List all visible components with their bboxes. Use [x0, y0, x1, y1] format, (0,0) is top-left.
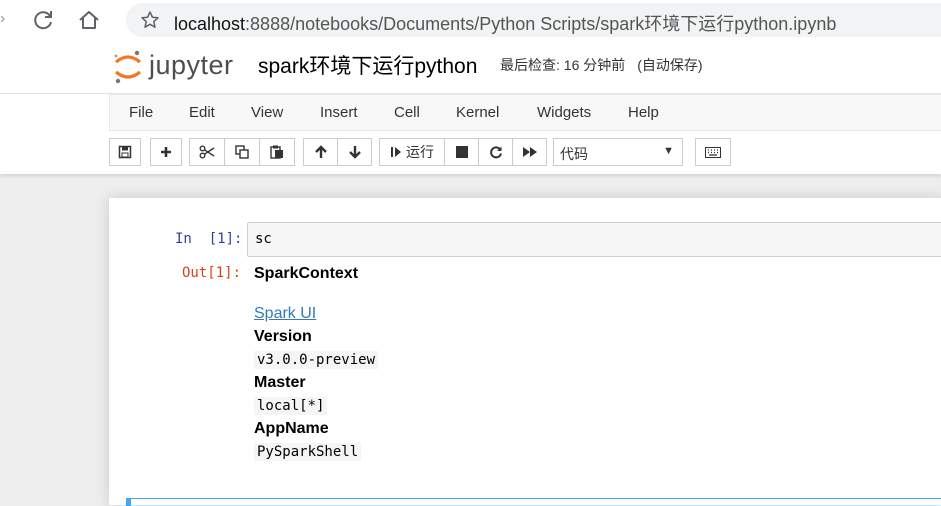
master-value: local[*]	[254, 397, 328, 415]
caret-down-icon: ▼	[663, 145, 674, 157]
run-label: 运行	[406, 144, 434, 160]
output-prompt: Out[1]:	[182, 265, 242, 281]
next-cell-selected[interactable]	[126, 498, 941, 506]
jupyter-logo-icon	[114, 50, 142, 84]
version-value-wrap: v3.0.0-preview	[254, 351, 379, 369]
appname-label: AppName	[254, 420, 329, 437]
toolbar: 运行 代码 ▼	[109, 138, 941, 168]
menu-view[interactable]: View	[251, 104, 283, 121]
bookmark-star-icon[interactable]	[140, 10, 160, 30]
cut-icon	[199, 145, 215, 159]
master-label: Master	[254, 374, 306, 391]
version-label: Version	[254, 328, 312, 345]
menu-insert[interactable]: Insert	[320, 104, 358, 121]
master-value-wrap: local[*]	[254, 397, 328, 415]
address-bar[interactable]: localhost:8888/notebooks/Documents/Pytho…	[126, 3, 941, 37]
cell-type-select[interactable]: 代码 ▼	[553, 138, 683, 166]
autosave-status: (自动保存)	[637, 57, 703, 73]
insert-cell-button[interactable]	[150, 138, 182, 166]
jupyter-logo[interactable]: jupyter	[113, 46, 243, 86]
copy-button[interactable]	[224, 138, 260, 166]
version-value: v3.0.0-preview	[254, 351, 379, 369]
paste-icon	[270, 145, 283, 159]
reload-icon[interactable]	[30, 7, 56, 33]
menubar-container: File Edit View Insert Cell Kernel Widget…	[0, 94, 941, 174]
menubar: File Edit View Insert Cell Kernel Widget…	[109, 94, 941, 131]
input-prompt: In [1]:	[175, 231, 243, 247]
copy-icon	[235, 145, 249, 159]
menu-kernel[interactable]: Kernel	[456, 104, 499, 121]
command-palette-button[interactable]	[695, 138, 731, 166]
menu-cell[interactable]: Cell	[394, 104, 420, 121]
jupyter-logo-text: jupyter	[149, 50, 234, 80]
url-host: localhost	[174, 14, 246, 34]
stop-icon	[455, 146, 468, 158]
spark-ui-link[interactable]: Spark UI	[254, 305, 316, 323]
fast-forward-icon	[522, 147, 537, 157]
jupyter-header: jupyter spark环境下运行python 最后检查: 16 分钟前 (自动…	[0, 40, 941, 94]
menu-file[interactable]: File	[129, 104, 153, 121]
cell-type-value: 代码	[560, 146, 588, 162]
notebook-container: In [1]: sc Out[1]: SparkContext Spark UI…	[109, 198, 941, 506]
appname-value: PySparkShell	[254, 443, 362, 461]
paste-button[interactable]	[259, 138, 295, 166]
interrupt-button[interactable]	[444, 138, 479, 166]
home-icon[interactable]	[76, 7, 102, 33]
restart-run-all-button[interactable]	[512, 138, 547, 166]
menu-widgets[interactable]: Widgets	[537, 104, 591, 121]
restart-icon	[489, 146, 502, 159]
forward-icon[interactable]: ›	[0, 10, 10, 30]
notebook-name[interactable]: spark环境下运行python	[258, 50, 477, 80]
save-icon	[118, 145, 132, 159]
menu-help[interactable]: Help	[628, 104, 659, 121]
save-button[interactable]	[109, 138, 141, 166]
restart-button[interactable]	[478, 138, 513, 166]
url-text: localhost:8888/notebooks/Documents/Pytho…	[174, 10, 836, 36]
move-up-button[interactable]	[303, 138, 338, 166]
arrow-down-icon	[348, 146, 361, 159]
menu-edit[interactable]: Edit	[189, 104, 215, 121]
output-title: SparkContext	[254, 265, 359, 282]
move-down-button[interactable]	[337, 138, 372, 166]
browser-toolbar: › localhost:8888/notebooks/Documents/Pyt…	[0, 0, 941, 40]
code-input-area[interactable]: sc	[247, 222, 941, 257]
cut-button[interactable]	[189, 138, 225, 166]
checkpoint-status: 最后检查: 16 分钟前 (自动保存)	[500, 55, 703, 75]
arrow-up-icon	[314, 145, 327, 158]
appname-value-wrap: PySparkShell	[254, 443, 362, 461]
plus-icon	[161, 147, 171, 157]
url-path: :8888/notebooks/Documents/Python Scripts…	[245, 14, 837, 34]
run-button[interactable]: 运行	[379, 138, 445, 166]
code-text: sc	[255, 231, 272, 247]
checkpoint-time: 最后检查: 16 分钟前	[500, 57, 626, 73]
step-run-icon	[391, 147, 401, 157]
keyboard-icon	[705, 146, 721, 158]
